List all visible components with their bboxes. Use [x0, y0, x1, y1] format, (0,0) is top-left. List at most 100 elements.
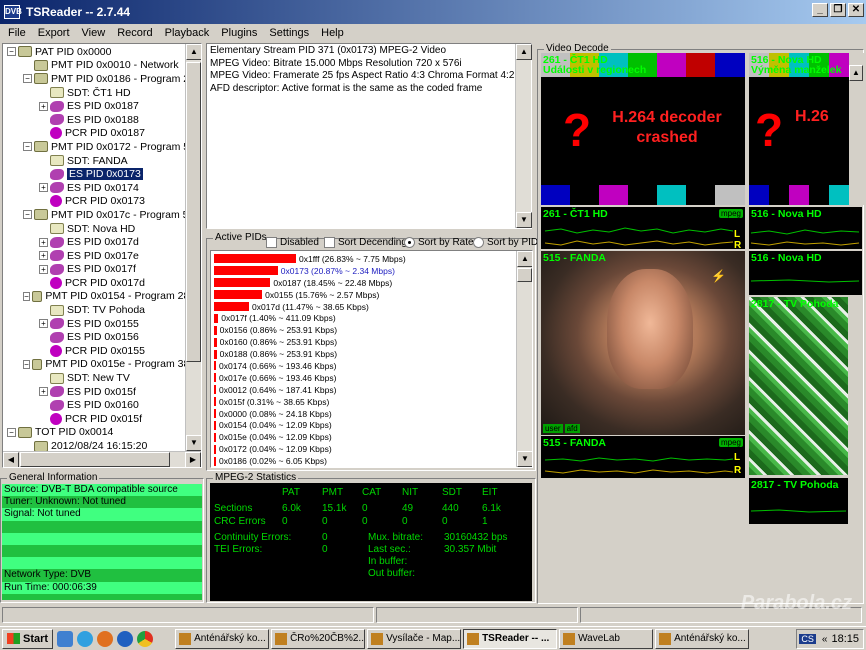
- pid-row[interactable]: 0x0186 (0.02% ~ 6.05 Kbps): [211, 455, 532, 467]
- pid-row[interactable]: 0x0155 (15.76% ~ 2.57 Mbps): [211, 289, 532, 301]
- menu-help[interactable]: Help: [315, 27, 350, 39]
- internet-explorer-icon[interactable]: [117, 630, 134, 647]
- menu-file[interactable]: File: [2, 27, 32, 39]
- chevron-left-icon[interactable]: «: [822, 634, 828, 645]
- chrome-icon[interactable]: [137, 630, 154, 647]
- internet-explorer-icon[interactable]: [77, 630, 94, 647]
- tree-node[interactable]: + ES PID 0x0174: [3, 181, 201, 195]
- disabled-checkbox[interactable]: Disabled: [266, 237, 319, 248]
- pid-row[interactable]: 0x0174 (0.66% ~ 193.46 Kbps): [211, 360, 532, 372]
- minimize-button[interactable]: _: [812, 3, 828, 17]
- menu-playback[interactable]: Playback: [159, 27, 216, 39]
- tree-node[interactable]: PCR PID 0x0173: [3, 195, 201, 209]
- tree-node[interactable]: − PMT PID 0x015e - Program 3841: [3, 358, 201, 372]
- tree-node[interactable]: − PAT PID 0x0000: [3, 45, 201, 59]
- collapse-icon[interactable]: −: [23, 210, 32, 220]
- taskbar-button[interactable]: ČRo%20ČB%2...: [271, 628, 366, 649]
- scroll-down-icon[interactable]: ▼: [516, 212, 532, 228]
- pid-row[interactable]: 0x0172 (0.04% ~ 12.09 Kbps): [211, 443, 532, 455]
- pid-tree[interactable]: − PAT PID 0x0000 PMT PID 0x0010 - Network −…: [2, 43, 202, 468]
- active-pids-list[interactable]: 0x1fff (26.83% ~ 7.75 Mbps) 0x0173 (20.87…: [210, 250, 533, 468]
- expand-icon[interactable]: +: [39, 319, 48, 329]
- pids-scrollbar[interactable]: ▲ ▼: [516, 251, 532, 467]
- collapse-icon[interactable]: −: [23, 74, 32, 84]
- tree-node[interactable]: − PMT PID 0x0154 - Program 2817: [3, 290, 201, 304]
- collapse-icon[interactable]: −: [7, 47, 16, 57]
- scroll-thumb[interactable]: [186, 62, 201, 362]
- pid-row[interactable]: 0x0154 (0.04% ~ 12.09 Kbps): [211, 419, 532, 431]
- pid-row[interactable]: 0x017f (1.40% ~ 411.09 Kbps): [211, 312, 532, 324]
- tree-node[interactable]: PCR PID 0x0187: [3, 127, 201, 141]
- tree-node[interactable]: SDT: New TV: [3, 371, 201, 385]
- scroll-down-icon[interactable]: ▼: [517, 451, 532, 467]
- pid-row[interactable]: 0x0012 (0.64% ~ 187.41 Kbps): [211, 384, 532, 396]
- scroll-up-icon[interactable]: ▲: [517, 251, 532, 267]
- tree-node[interactable]: + ES PID 0x015f: [3, 385, 201, 399]
- stream-details[interactable]: Elementary Stream PID 371 (0x0173) MPEG-…: [206, 43, 532, 229]
- pid-row[interactable]: 0x1fff (26.83% ~ 7.75 Mbps): [211, 253, 532, 265]
- pid-row[interactable]: 0x017d (11.47% ~ 38.65 Kbps): [211, 301, 532, 313]
- expand-icon[interactable]: +: [39, 251, 48, 261]
- tree-node[interactable]: − TOT PID 0x0014: [3, 426, 201, 440]
- tree-node[interactable]: − PMT PID 0x0172 - Program 515: [3, 140, 201, 154]
- taskbar-button[interactable]: Anténářský ko...: [175, 628, 270, 649]
- tree-vertical-scrollbar[interactable]: ▲ ▼: [185, 44, 201, 451]
- expand-icon[interactable]: +: [39, 387, 48, 397]
- tree-node[interactable]: SDT: FANDA: [3, 154, 201, 168]
- scroll-thumb[interactable]: [20, 452, 170, 467]
- menu-record[interactable]: Record: [111, 27, 158, 39]
- collapse-icon[interactable]: −: [23, 359, 30, 369]
- details-scrollbar[interactable]: ▲ ▼: [515, 44, 532, 228]
- taskbar-button[interactable]: WaveLab: [559, 628, 654, 649]
- tree-node[interactable]: + ES PID 0x017f: [3, 263, 201, 277]
- maximize-button[interactable]: ❐: [830, 3, 846, 17]
- tree-node[interactable]: PMT PID 0x0010 - Network: [3, 59, 201, 73]
- pid-row[interactable]: 0x0160 (0.86% ~ 253.91 Kbps): [211, 336, 532, 348]
- tree-node[interactable]: SDT: ČT1 HD: [3, 86, 201, 100]
- tree-node[interactable]: + ES PID 0x017d: [3, 235, 201, 249]
- firefox-icon[interactable]: [97, 630, 114, 647]
- tree-node[interactable]: SDT: Nova HD: [3, 222, 201, 236]
- tree-node[interactable]: + ES PID 0x017e: [3, 249, 201, 263]
- video-tile-fanda[interactable]: ⚡ 515 - FANDA user afd: [541, 251, 745, 435]
- tree-node[interactable]: ES PID 0x0156: [3, 330, 201, 344]
- collapse-icon[interactable]: −: [7, 427, 16, 437]
- tree-node[interactable]: SDT: TV Pohoda: [3, 303, 201, 317]
- video-tile-tvpohoda[interactable]: 2817 - TV Pohoda: [749, 297, 848, 475]
- pid-row[interactable]: 0x0173 (20.87% ~ 2.34 Mbps): [211, 265, 532, 277]
- pid-row[interactable]: 0x0156 (0.86% ~ 253.91 Kbps): [211, 324, 532, 336]
- tree-node[interactable]: ES PID 0x0173: [3, 167, 201, 181]
- video-tile-ct1hd[interactable]: ? 261 - ČT1 HD Události v regionech H.26…: [541, 53, 745, 205]
- tree-horizontal-scrollbar[interactable]: ◀ ▶: [3, 451, 201, 467]
- tree-node[interactable]: PCR PID 0x015f: [3, 412, 201, 426]
- language-indicator[interactable]: CS: [799, 634, 816, 644]
- tree-node[interactable]: PCR PID 0x017d: [3, 276, 201, 290]
- sort-by-pid-radio[interactable]: Sort by PID: [473, 237, 538, 248]
- tree-node[interactable]: + ES PID 0x0187: [3, 99, 201, 113]
- menu-export[interactable]: Export: [32, 27, 76, 39]
- scroll-up-icon[interactable]: ▲: [516, 44, 532, 60]
- menu-settings[interactable]: Settings: [263, 27, 315, 39]
- pid-row[interactable]: 0x015f (0.31% ~ 38.65 Kbps): [211, 396, 532, 408]
- show-desktop-icon[interactable]: [57, 630, 74, 647]
- scroll-down-icon[interactable]: ▼: [186, 435, 201, 451]
- pid-row[interactable]: 0x017e (0.66% ~ 193.46 Kbps): [211, 372, 532, 384]
- tree-node[interactable]: PCR PID 0x0155: [3, 344, 201, 358]
- scroll-thumb[interactable]: [517, 268, 532, 282]
- expand-icon[interactable]: +: [39, 101, 48, 111]
- expand-icon[interactable]: +: [39, 183, 48, 193]
- start-button[interactable]: Start: [2, 628, 54, 649]
- taskbar-button[interactable]: TSReader -- ...: [463, 628, 558, 649]
- tree-node[interactable]: − PMT PID 0x017c - Program 516: [3, 208, 201, 222]
- video-tile-novahd[interactable]: ? 516 - Nova HD Výměna manželek H.26: [749, 53, 849, 205]
- tree-node[interactable]: − PMT PID 0x0186 - Program 261: [3, 72, 201, 86]
- expand-icon[interactable]: +: [39, 237, 48, 247]
- collapse-icon[interactable]: −: [23, 142, 32, 152]
- close-button[interactable]: ✕: [848, 3, 864, 17]
- collapse-icon[interactable]: −: [23, 291, 30, 301]
- scroll-right-icon[interactable]: ▶: [185, 452, 201, 467]
- tree-node[interactable]: ES PID 0x0188: [3, 113, 201, 127]
- pid-row[interactable]: 0x0188 (0.86% ~ 253.91 Kbps): [211, 348, 532, 360]
- tree-node[interactable]: ES PID 0x0160: [3, 398, 201, 412]
- scroll-up-icon[interactable]: ▲: [849, 65, 863, 81]
